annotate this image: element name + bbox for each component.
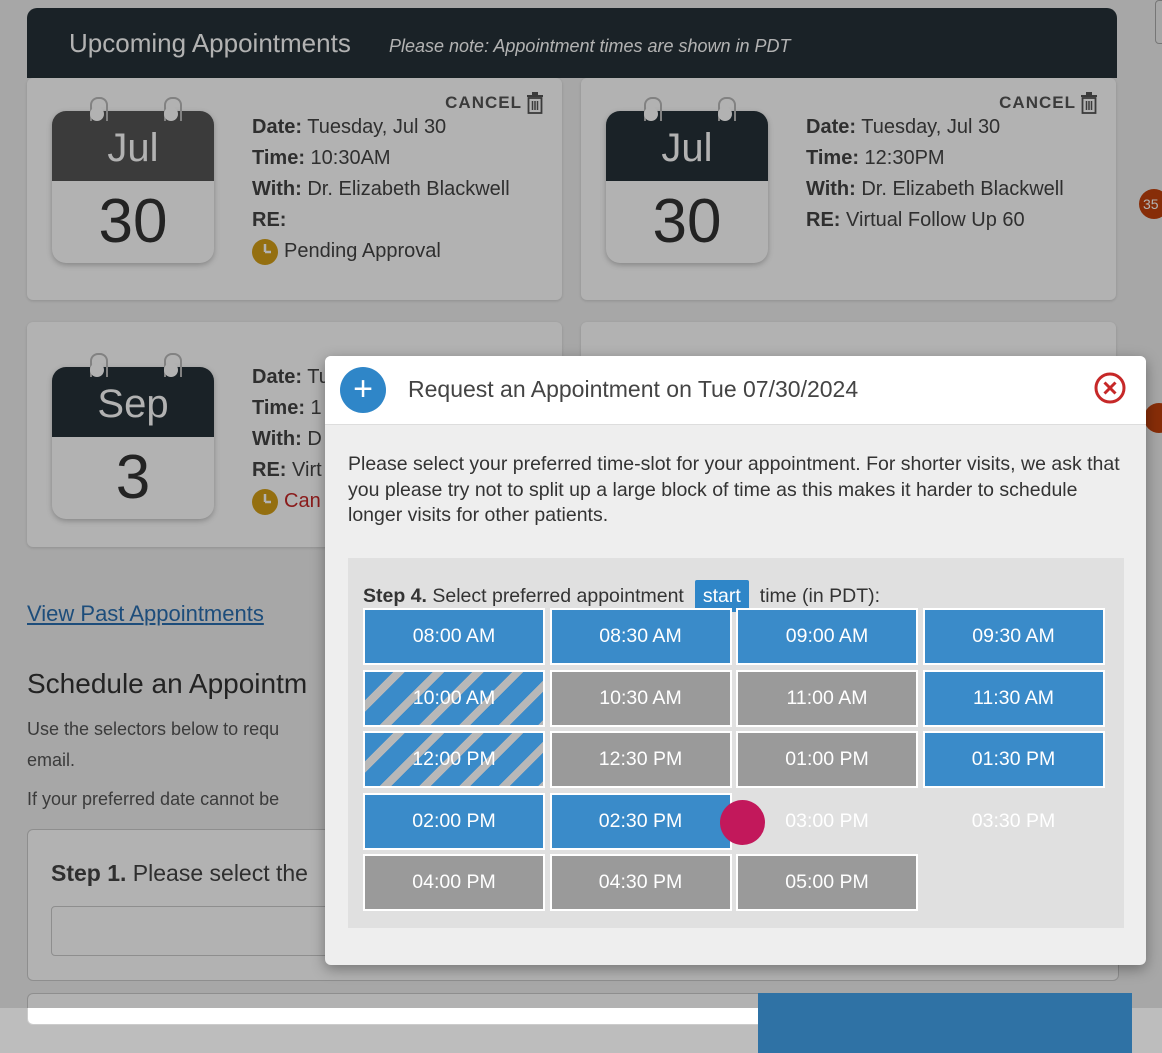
time-slot-button[interactable]: 09:30 AM — [922, 608, 1105, 665]
time-slot-button: 04:00 PM — [363, 854, 545, 911]
time-slot-button[interactable]: 02:30 PM — [549, 792, 732, 850]
time-slot-button[interactable]: 12:00 PM — [363, 731, 545, 788]
modal-header: + Request an Appointment on Tue 07/30/20… — [325, 356, 1146, 425]
plus-icon: + — [340, 367, 386, 413]
time-slot-button[interactable]: 11:30 AM — [922, 669, 1105, 727]
time-slot-button[interactable]: 09:00 AM — [736, 608, 918, 665]
modal-title: Request an Appointment on Tue 07/30/2024 — [408, 376, 859, 402]
time-slot-button[interactable]: 10:00 AM — [363, 669, 545, 727]
time-slot-button[interactable]: 08:30 AM — [549, 608, 732, 665]
modal-description: Please select your preferred time-slot f… — [348, 453, 1120, 526]
touch-indicator — [720, 800, 765, 845]
request-appointment-modal: + Request an Appointment on Tue 07/30/20… — [325, 356, 1146, 1053]
time-slot-button: 04:30 PM — [549, 854, 732, 911]
time-slot-button: 11:00 AM — [736, 669, 918, 727]
close-icon[interactable] — [1093, 371, 1127, 405]
time-slot-button[interactable]: 01:30 PM — [922, 731, 1105, 788]
time-slot-button: 01:00 PM — [736, 731, 918, 788]
time-slot-button[interactable]: 02:00 PM — [363, 792, 545, 850]
time-slot-button: 12:30 PM — [549, 731, 732, 788]
selected-time-range — [758, 993, 1132, 1053]
time-slot-button: 05:00 PM — [736, 854, 918, 911]
step4-panel: Step 4. Select preferred appointment sta… — [348, 558, 1132, 1053]
time-slot-button[interactable]: 03:30 PM — [923, 793, 1105, 850]
time-slot-button[interactable]: 08:00 AM — [363, 608, 545, 665]
time-slot-button: 10:30 AM — [549, 669, 732, 727]
